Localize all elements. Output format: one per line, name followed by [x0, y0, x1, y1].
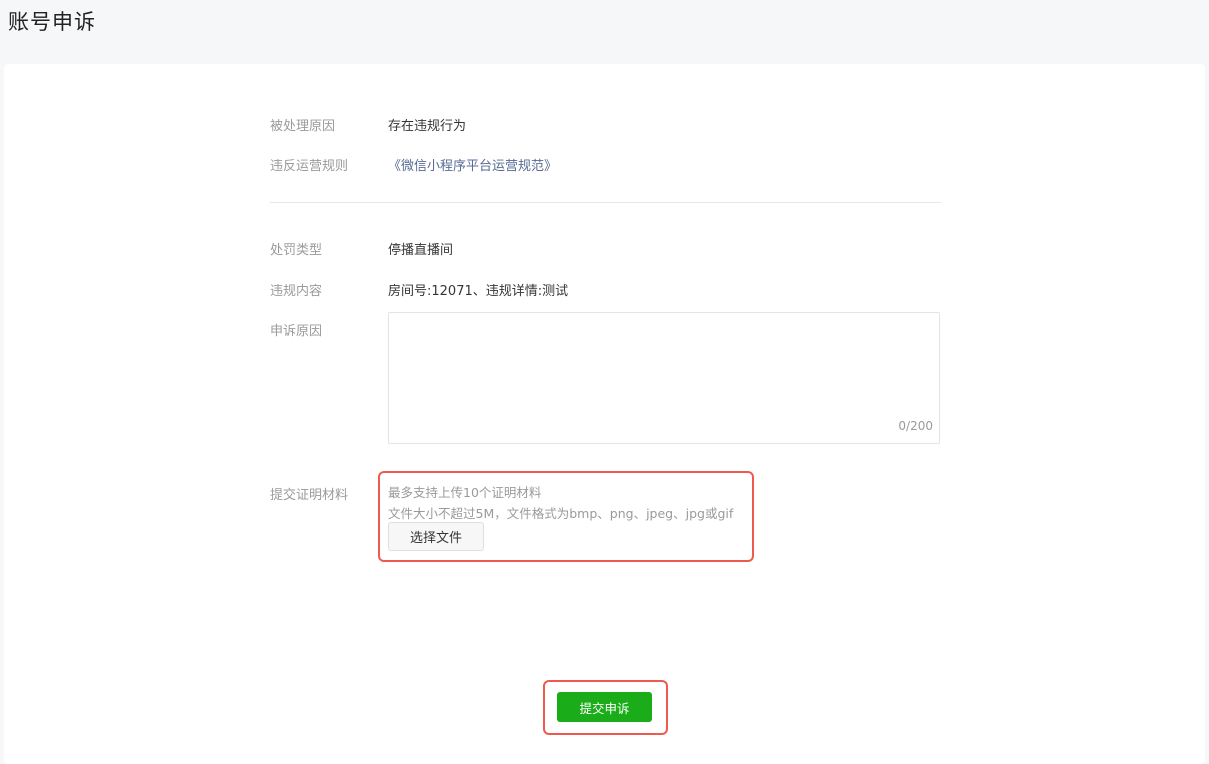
choose-file-button[interactable]: 选择文件	[388, 522, 484, 551]
reason-label: 被处理原因	[270, 119, 336, 134]
appeal-reason-label: 申诉原因	[270, 324, 323, 339]
upload-hint-format: 文件大小不超过5M，文件格式为bmp、png、jpeg、jpg或gif	[388, 506, 734, 521]
page-title: 账号申诉	[8, 10, 96, 34]
rule-label: 违反运营规则	[270, 159, 349, 174]
appeal-reason-input[interactable]	[389, 313, 939, 443]
char-counter: 0/200	[898, 419, 933, 433]
violation-content-value: 房间号:12071、违规详情:测试	[388, 284, 569, 299]
submit-appeal-button[interactable]: 提交申诉	[557, 692, 652, 722]
evidence-label: 提交证明材料	[270, 488, 349, 503]
violation-content-label: 违规内容	[270, 284, 323, 299]
appeal-reason-field: 0/200	[388, 312, 940, 444]
penalty-type-value: 停播直播间	[388, 243, 454, 258]
reason-value: 存在违规行为	[388, 119, 467, 134]
section-divider	[270, 202, 941, 203]
rule-link[interactable]: 《微信小程序平台运营规范》	[388, 155, 557, 174]
penalty-type-label: 处罚类型	[270, 243, 323, 258]
upload-hint-count: 最多支持上传10个证明材料	[388, 485, 542, 500]
